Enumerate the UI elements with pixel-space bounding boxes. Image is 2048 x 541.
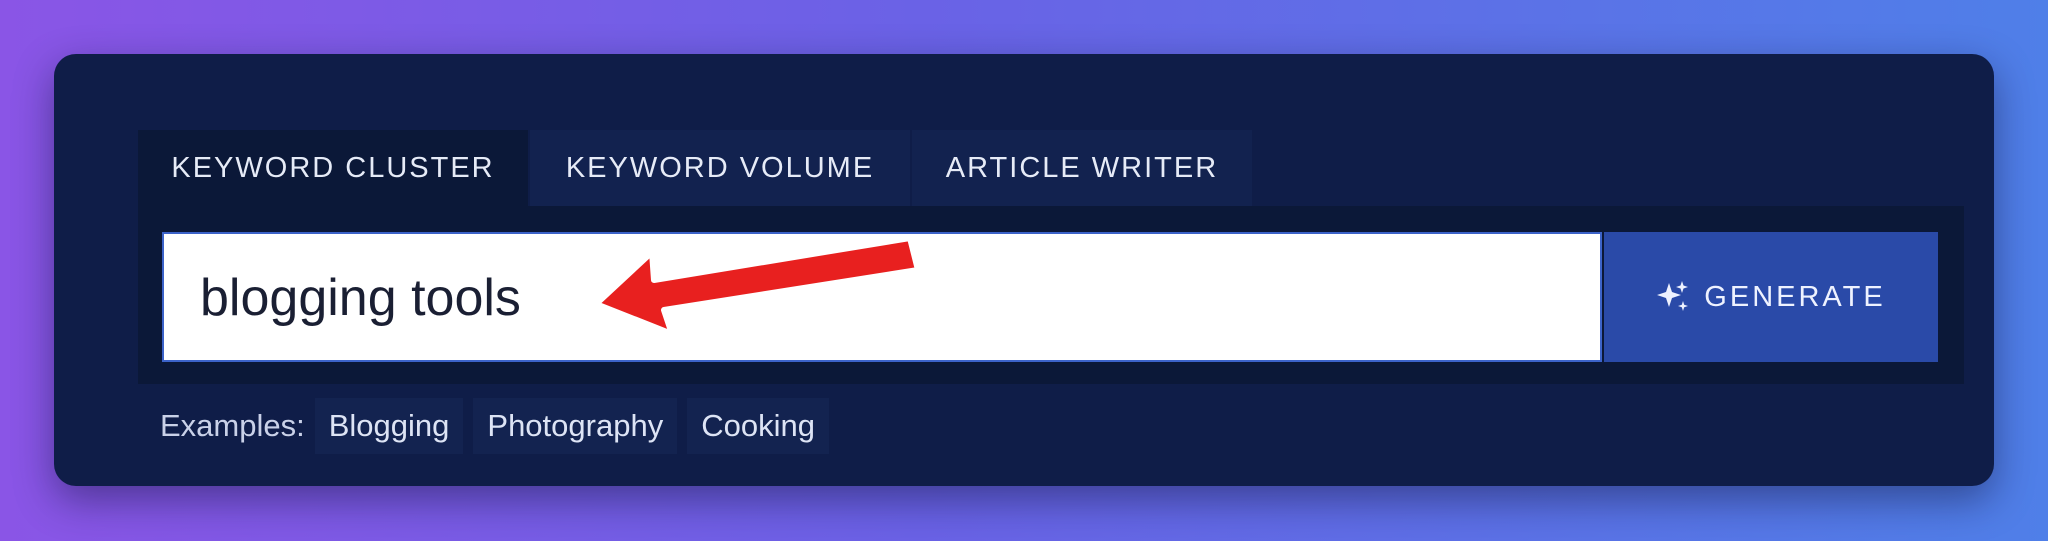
- tab-label: KEYWORD CLUSTER: [171, 151, 495, 184]
- tab-label: ARTICLE WRITER: [945, 151, 1219, 184]
- example-chip-cooking[interactable]: Cooking: [687, 398, 829, 454]
- sparkle-icon: [1657, 281, 1689, 311]
- tab-keyword-cluster[interactable]: KEYWORD CLUSTER: [138, 130, 528, 206]
- tab-article-writer[interactable]: ARTICLE WRITER: [912, 130, 1252, 206]
- tab-bar: KEYWORD CLUSTER KEYWORD VOLUME ARTICLE W…: [138, 130, 1254, 206]
- examples-row: Examples: Blogging Photography Cooking: [160, 398, 839, 454]
- search-panel: GENERATE: [138, 206, 1964, 384]
- example-chip-photography[interactable]: Photography: [473, 398, 678, 454]
- tab-keyword-volume[interactable]: KEYWORD VOLUME: [530, 130, 910, 206]
- tool-card: KEYWORD CLUSTER KEYWORD VOLUME ARTICLE W…: [54, 54, 1994, 486]
- examples-label: Examples:: [160, 408, 305, 443]
- search-input-wrapper: [162, 232, 1602, 362]
- tab-label: KEYWORD VOLUME: [565, 151, 875, 184]
- keyword-input[interactable]: [198, 234, 1582, 362]
- example-chip-blogging[interactable]: Blogging: [314, 398, 464, 454]
- generate-button[interactable]: GENERATE: [1604, 232, 1938, 362]
- generate-button-label: GENERATE: [1704, 280, 1886, 313]
